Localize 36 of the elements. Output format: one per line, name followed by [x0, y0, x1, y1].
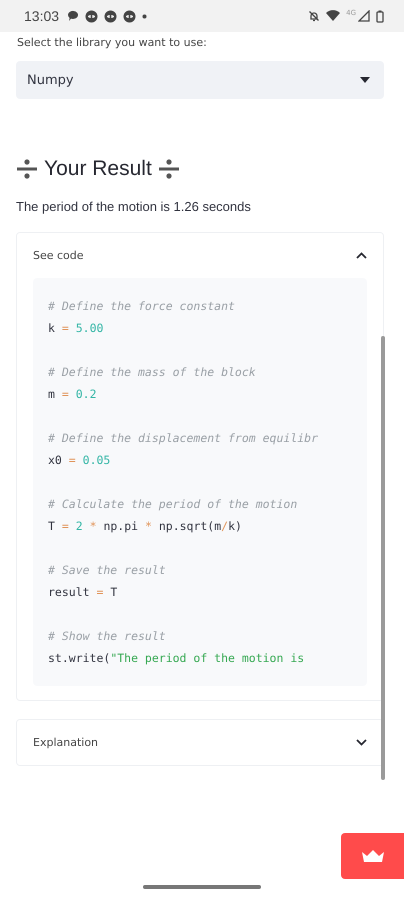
code-line: m = 0.2 — [48, 386, 98, 403]
code-line: T = 2 * np.pi * np.sqrt(m/k) — [48, 518, 243, 535]
code-line: # Save the result — [48, 562, 167, 579]
code-line: k = 5.00 — [48, 320, 104, 337]
crown-icon — [360, 849, 384, 863]
expander-header[interactable]: See code — [33, 233, 367, 278]
expander-header[interactable]: Explanation — [33, 720, 367, 765]
chevron-icon — [356, 739, 367, 746]
crown-button[interactable] — [341, 833, 404, 879]
division-sign-icon — [16, 158, 38, 180]
chevron-icon — [356, 252, 367, 259]
mute-icon — [308, 10, 320, 22]
dropdown-caret-icon — [360, 77, 370, 83]
division-sign-icon — [158, 158, 180, 180]
battery-icon — [376, 10, 384, 22]
code-line: x0 = 0.05 — [48, 452, 112, 469]
message-icon — [67, 10, 80, 22]
code-line: # Define the mass of the block — [48, 364, 257, 381]
status-time: 13:03 — [24, 8, 60, 24]
app-notification-icon — [104, 10, 118, 22]
wifi-icon — [326, 10, 340, 22]
code-line: result = T — [48, 584, 118, 601]
code-line: # Show the result — [48, 628, 167, 645]
result-text: The period of the motion is 1.26 seconds — [16, 199, 252, 214]
app-notification-icon — [123, 10, 136, 22]
code-line: # Define the force constant — [48, 298, 236, 315]
result-heading: Your Result — [44, 157, 152, 181]
code-line: # Define the displacement from equilibr — [48, 430, 320, 447]
select-label: Select the library you want to use: — [16, 36, 208, 49]
app-notification-icon — [85, 10, 98, 22]
dot-icon — [142, 14, 148, 18]
scrollbar[interactable] — [381, 336, 385, 780]
code-line: # Calculate the period of the motion — [48, 496, 298, 513]
code-line: st.write("The period of the motion is — [48, 650, 306, 667]
signal-icon — [358, 10, 370, 22]
library-select[interactable]: Numpy — [16, 61, 384, 99]
